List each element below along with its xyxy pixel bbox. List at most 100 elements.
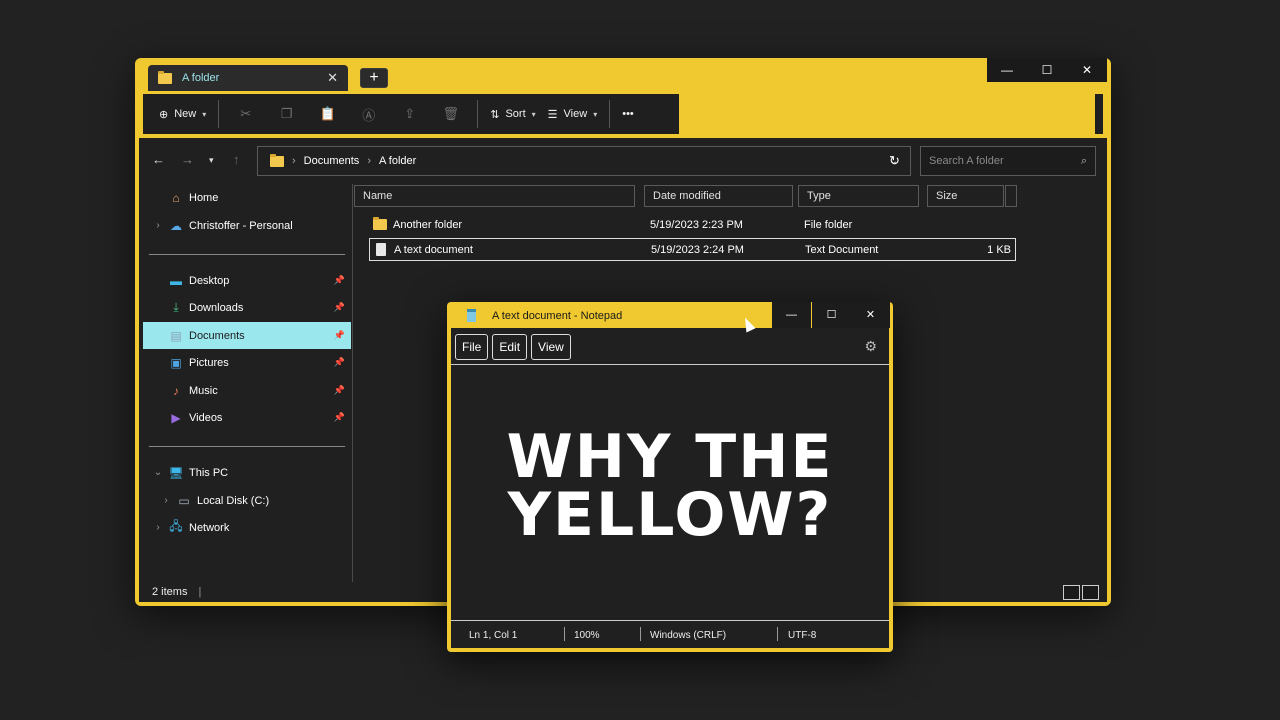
view-button-label: View	[563, 108, 588, 120]
collapse-chevron-icon[interactable]: ⌄	[149, 467, 167, 478]
share-icon[interactable]: ⇪	[389, 106, 430, 122]
minimize-button[interactable]: —	[987, 58, 1027, 82]
expand-chevron-icon[interactable]: ›	[149, 220, 167, 231]
toolbar-divider	[218, 100, 220, 128]
tiles-view-icon[interactable]	[1082, 585, 1099, 600]
videos-icon: ▶	[171, 410, 181, 425]
column-header-type[interactable]: Type	[798, 185, 919, 207]
view-button[interactable]: ☰ View ▾	[542, 99, 604, 129]
new-tab-button[interactable]: +	[360, 68, 388, 88]
search-placeholder: Search A folder	[929, 155, 1004, 167]
paste-icon[interactable]: 📋	[307, 106, 348, 122]
search-input[interactable]: Search A folder ⌕	[920, 146, 1096, 176]
folder-icon	[270, 153, 284, 167]
menu-edit[interactable]: Edit	[492, 334, 528, 360]
network-icon: 🖧	[169, 519, 183, 533]
column-header-name[interactable]: Name	[354, 185, 635, 207]
sidebar-item-onedrive[interactable]: › ☁ Christoffer - Personal	[143, 212, 351, 239]
tab-a-folder[interactable]: A folder ✕	[148, 65, 348, 91]
expand-chevron-icon[interactable]: ›	[157, 495, 175, 506]
text-editor[interactable]: WHY THE YELLOW?	[451, 422, 889, 545]
menu-file[interactable]: File	[455, 334, 489, 360]
pin-icon[interactable]: 📌	[334, 302, 345, 313]
address-bar[interactable]: › Documents › A folder ⌄	[257, 146, 911, 176]
computer-icon: 🖥	[168, 465, 184, 480]
folder-icon	[373, 217, 387, 230]
cut-icon[interactable]: ✂	[225, 106, 266, 122]
maximize-button[interactable]: ☐	[1027, 58, 1067, 82]
sidebar-item-music[interactable]: ♪ Music 📌	[143, 377, 351, 404]
notepad-status-bar: Ln 1, Col 1 100% Windows (CRLF) UTF-8	[451, 621, 889, 648]
item-count: 2 items	[152, 586, 188, 598]
chevron-down-icon: ▾	[593, 109, 598, 119]
view-list-icon: ☰	[547, 108, 558, 121]
menu-view[interactable]: View	[531, 334, 571, 360]
recent-chevron-icon[interactable]: ▾	[209, 155, 214, 166]
sidebar-item-local-disk[interactable]: › ▭ Local Disk (C:)	[143, 487, 351, 514]
copy-icon[interactable]: ❐	[266, 106, 307, 122]
pin-icon[interactable]: 📌	[334, 412, 345, 423]
sidebar-item-network[interactable]: › 🖧 Network	[143, 514, 351, 541]
column-header-end	[1005, 185, 1017, 207]
pictures-icon: ▣	[170, 355, 182, 370]
gear-icon[interactable]: ⚙	[864, 338, 877, 355]
sidebar-item-downloads[interactable]: ⤓ Downloads 📌	[143, 294, 351, 321]
sidebar-item-videos[interactable]: ▶ Videos 📌	[143, 404, 351, 431]
sidebar-item-label: Pictures	[189, 356, 229, 369]
notepad-icon	[467, 309, 476, 322]
sidebar-item-desktop[interactable]: ▬ Desktop 📌	[143, 267, 351, 294]
file-name: Another folder	[393, 218, 463, 231]
pin-icon[interactable]: 📌	[334, 275, 345, 286]
encoding: UTF-8	[788, 630, 817, 641]
forward-arrow-icon[interactable]: →	[181, 152, 194, 167]
text-line-1: WHY THE	[506, 422, 834, 492]
file-size: 1 KB	[987, 243, 1011, 256]
window-title: A text document - Notepad	[492, 310, 623, 322]
breadcrumb-documents[interactable]: Documents	[304, 155, 360, 167]
file-date: 5/19/2023 2:23 PM	[650, 218, 743, 231]
sidebar-item-label: This PC	[189, 466, 229, 479]
music-icon: ♪	[173, 383, 179, 398]
sidebar-item-this-pc[interactable]: ⌄ 🖥 This PC	[143, 459, 351, 486]
notepad-body: File Edit View ⚙ WHY THE YELLOW? Ln 1, C…	[451, 328, 889, 648]
file-row-selected[interactable]: A text document 5/19/2023 2:24 PM Text D…	[369, 238, 1016, 261]
breadcrumb-a-folder[interactable]: A folder	[379, 155, 416, 167]
more-options-button[interactable]: •••	[616, 99, 640, 129]
maximize-button[interactable]: ☐	[812, 302, 851, 328]
sidebar-item-label: Christoffer - Personal	[189, 219, 293, 232]
line-ending: Windows (CRLF)	[650, 630, 727, 641]
sidebar-item-home[interactable]: ⌂ Home	[143, 184, 351, 211]
back-arrow-icon[interactable]: ←	[152, 152, 165, 167]
file-name: A text document	[394, 243, 473, 256]
sidebar-item-pictures[interactable]: ▣ Pictures 📌	[143, 349, 351, 376]
tab-close-icon[interactable]: ✕	[327, 70, 338, 86]
file-row[interactable]: Another folder 5/19/2023 2:23 PM File fo…	[369, 213, 1016, 236]
sort-button[interactable]: ⇅ Sort ▾	[484, 99, 541, 129]
sort-icon: ⇅	[490, 108, 500, 121]
up-arrow-icon[interactable]: ↑	[233, 152, 240, 167]
new-button[interactable]: ⊕ New ▾	[153, 99, 212, 129]
zoom-level: 100%	[574, 630, 600, 641]
close-button[interactable]: ✕	[1067, 58, 1107, 82]
minimize-button[interactable]: —	[772, 302, 811, 328]
details-view-icon[interactable]	[1063, 585, 1080, 600]
pin-icon[interactable]: 📌	[334, 385, 345, 396]
cloud-icon: ☁	[170, 218, 182, 233]
sidebar-item-label: Videos	[189, 411, 223, 424]
toolbar-divider	[609, 100, 611, 128]
sidebar-item-documents[interactable]: ▤ Documents 📌	[143, 322, 351, 349]
delete-icon[interactable]: 🗑	[430, 106, 471, 122]
desktop-icon: ▬	[170, 273, 182, 288]
chevron-down-icon: ▾	[202, 109, 207, 119]
breadcrumb-separator-icon: ›	[367, 155, 371, 167]
file-type: File folder	[804, 218, 853, 231]
pin-icon[interactable]: 📌	[334, 330, 345, 341]
expand-chevron-icon[interactable]: ›	[149, 522, 167, 533]
column-header-size[interactable]: Size	[927, 185, 1004, 207]
column-header-date[interactable]: Date modified	[644, 185, 793, 207]
pin-icon[interactable]: 📌	[334, 357, 345, 368]
rename-icon[interactable]: Ⓐ	[348, 105, 389, 124]
refresh-icon[interactable]: ↻	[889, 153, 900, 169]
close-button[interactable]: ✕	[851, 302, 890, 328]
menu-divider	[451, 364, 889, 365]
